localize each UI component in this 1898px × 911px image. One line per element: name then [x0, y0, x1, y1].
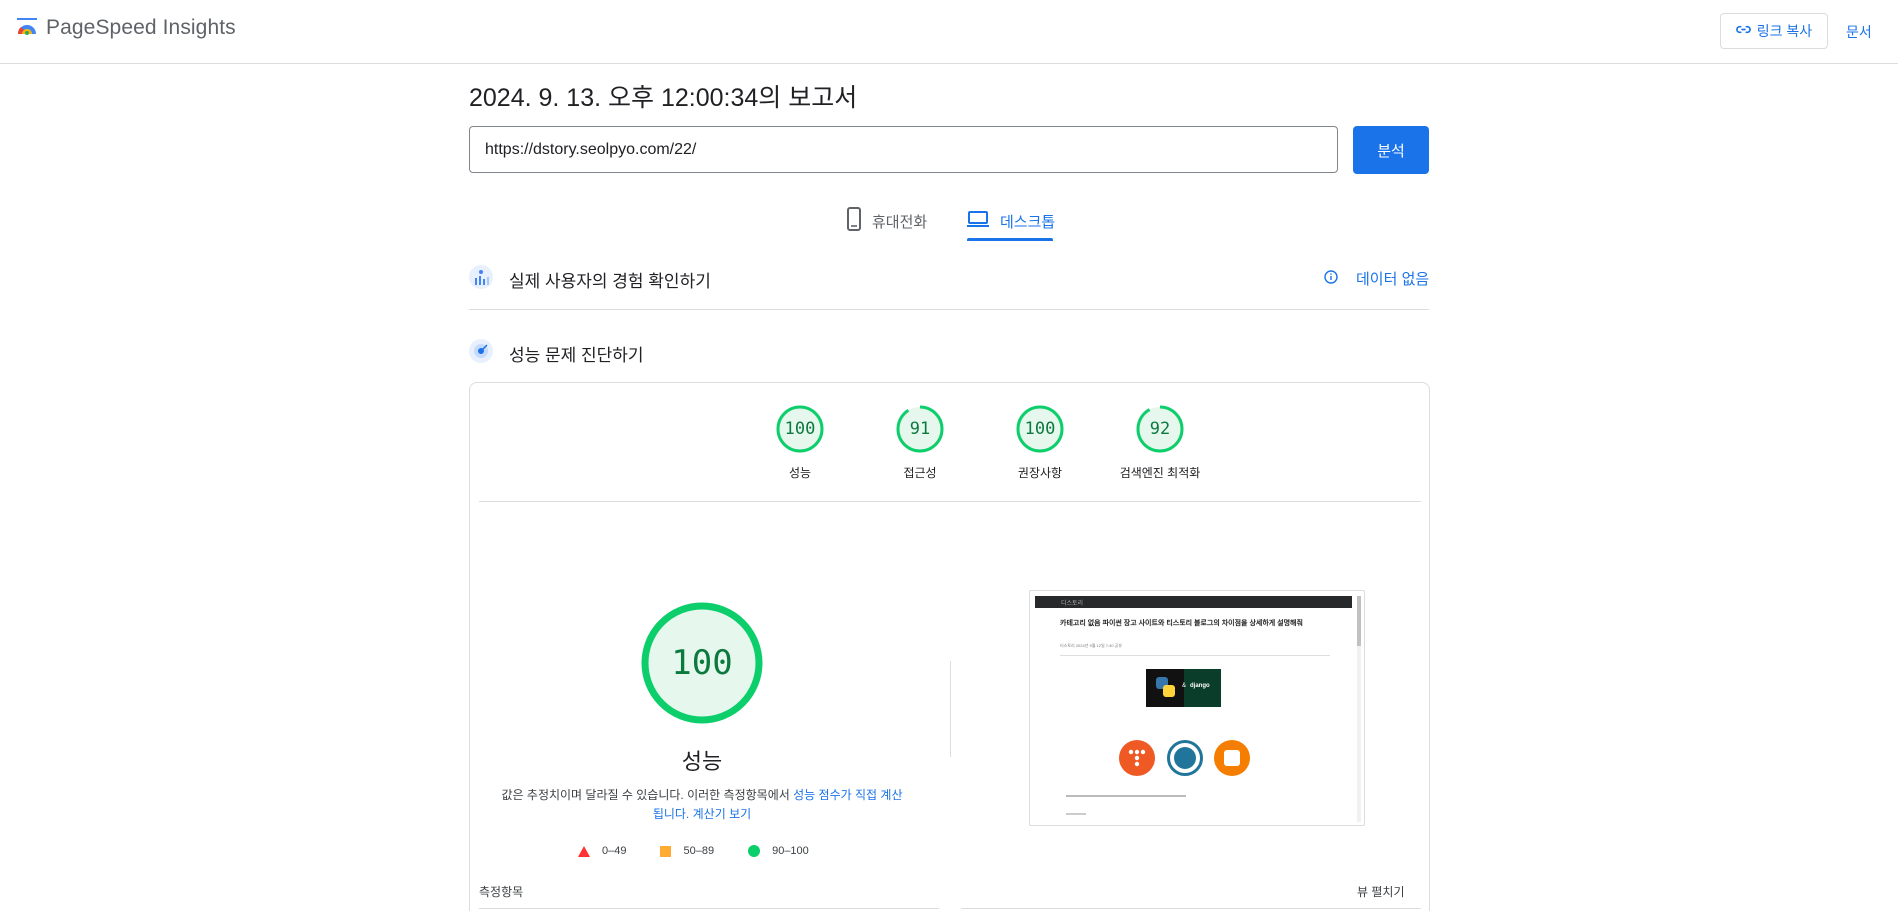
gauge-seo[interactable]: 92 검색엔진 최적화	[1100, 404, 1220, 481]
app-title: PageSpeed Insights	[46, 15, 236, 39]
gauge-ring: 100	[1015, 404, 1065, 454]
legend-fail-range: 0–49	[602, 845, 627, 857]
vertical-divider	[950, 661, 951, 757]
thumb-topbar-text: 디스토리	[1061, 601, 1084, 607]
gauge-accessibility[interactable]: 91 접근성	[860, 404, 980, 481]
average-square-icon	[660, 845, 672, 857]
laptop-icon	[966, 210, 990, 232]
thumb-text-line	[1066, 813, 1086, 815]
expand-view-toggle[interactable]: 뷰 펼치기	[1357, 883, 1405, 900]
field-data-icon	[469, 264, 493, 294]
tab-desktop[interactable]: 데스크톱	[966, 206, 1055, 236]
tab-desktop-label: 데스크톱	[1000, 213, 1056, 231]
tistory-dots-icon	[1128, 749, 1146, 767]
report-title: 2024. 9. 13. 오후 12:00:34의 보고서	[469, 84, 858, 112]
legend-average: 50–89	[660, 845, 714, 857]
thumb-scrollbar-thumb	[1357, 596, 1361, 646]
copy-link-button[interactable]: 링크 복사	[1720, 13, 1828, 49]
legend-pass-range: 90–100	[772, 845, 809, 857]
diagnose-icon	[469, 338, 493, 368]
section-divider	[469, 309, 1429, 310]
tab-mobile-label: 휴대전화	[872, 213, 928, 231]
gauge-label: 성능	[788, 466, 812, 480]
pagespeed-logo-icon	[16, 14, 38, 41]
gauge-label: 권장사항	[1017, 466, 1063, 480]
tistory-logo-icon	[1119, 740, 1155, 776]
gauge-ring: 92	[1135, 404, 1185, 454]
diagnose-label: 성능 문제 진단하기	[509, 345, 644, 365]
django-logo-text: django	[1190, 683, 1210, 689]
blogger-inner	[1224, 750, 1240, 766]
thumb-divider	[1060, 655, 1330, 656]
category-gauges: 100 성능 91 접근성 100 권장사항 92 검색엔진 최적화	[740, 404, 1220, 481]
gauge-ring: 100	[775, 404, 825, 454]
gauge-label: 접근성	[903, 466, 937, 480]
score-legend: 0–49 50–89 90–100	[578, 845, 809, 857]
no-data-link[interactable]: 데이터 없음	[1324, 268, 1429, 289]
metrics-divider	[479, 908, 939, 909]
desc-text: 값은 추정치이며 달라질 수 있습니다. 이러한 측정항목에서	[501, 788, 794, 802]
gauge-score: 100	[1024, 419, 1056, 439]
blogger-logo-icon	[1214, 740, 1250, 776]
thumb-hero-amp: &	[1182, 683, 1187, 689]
gauge-score: 91	[909, 419, 931, 439]
logo[interactable]: PageSpeed Insights	[16, 14, 236, 41]
metrics-heading: 측정항목	[479, 885, 524, 899]
gauge-performance[interactable]: 100 성능	[740, 404, 860, 481]
legend-pass: 90–100	[748, 845, 809, 857]
link-icon	[1735, 22, 1751, 40]
metrics-divider	[961, 908, 1421, 909]
gauge-label: 검색엔진 최적화	[1119, 466, 1201, 480]
performance-score: 100	[671, 643, 733, 683]
fail-triangle-icon	[578, 845, 590, 857]
gauge-score: 100	[784, 419, 816, 439]
analyze-button[interactable]: 분석	[1353, 126, 1429, 174]
performance-description: 값은 추정치이며 달라질 수 있습니다. 이러한 측정항목에서 성능 점수가 직…	[497, 786, 907, 824]
wordpress-inner	[1174, 747, 1196, 769]
performance-label: 성능	[681, 749, 723, 774]
tab-mobile[interactable]: 휴대전화	[846, 206, 927, 236]
card-divider	[479, 501, 1421, 502]
info-icon	[1324, 269, 1338, 288]
top-bar: PageSpeed Insights 링크 복사 문서	[0, 0, 1898, 64]
url-input[interactable]	[469, 126, 1338, 173]
thumb-post-title: 카테고리 없음 파이썬 장고 사이트와 티스토리 블로그의 차이점을 상세하게 …	[1060, 620, 1303, 627]
python-logo-icon-yellow	[1163, 685, 1175, 697]
tab-selected-indicator	[967, 238, 1053, 241]
gauge-best-practices[interactable]: 100 권장사항	[980, 404, 1100, 481]
docs-link[interactable]: 문서	[1846, 22, 1872, 42]
legend-fail: 0–49	[578, 845, 626, 857]
gauge-ring: 91	[895, 404, 945, 454]
final-screenshot[interactable]: 디스토리 카테고리 없음 파이썬 장고 사이트와 티스토리 블로그의 차이점을 …	[1029, 590, 1365, 826]
copy-link-label: 링크 복사	[1756, 23, 1813, 39]
mobile-icon	[846, 207, 862, 235]
pass-circle-icon	[748, 845, 761, 857]
thumb-post-meta: 티스토리 2024년 9월 12일 7:40 공유	[1060, 643, 1123, 648]
no-data-label: 데이터 없음	[1356, 271, 1430, 288]
legend-average-range: 50–89	[683, 845, 715, 857]
wordpress-logo-icon	[1167, 740, 1203, 776]
field-data-label: 실제 사용자의 경험 확인하기	[509, 271, 711, 291]
thumb-text-line	[1066, 795, 1186, 797]
diagnose-section: 성능 문제 진단하기	[469, 338, 1429, 368]
field-data-section: 실제 사용자의 경험 확인하기	[469, 264, 1429, 294]
gauge-score: 92	[1149, 419, 1171, 439]
calculator-link[interactable]: 계산기 보기	[693, 807, 752, 821]
